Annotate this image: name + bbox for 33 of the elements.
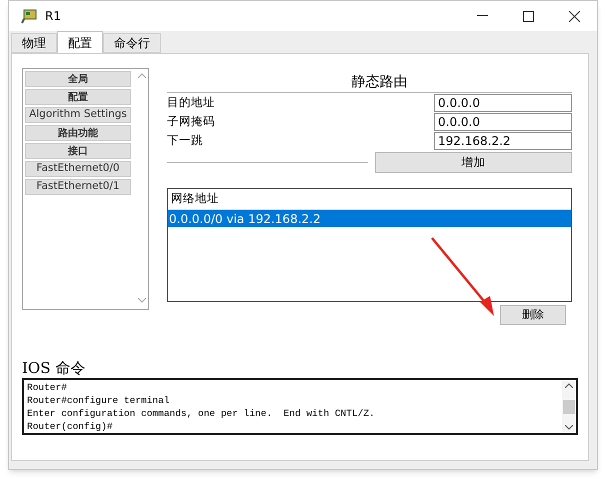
scrollbar[interactable] bbox=[562, 380, 576, 433]
console-line: Router(config)# bbox=[27, 420, 114, 433]
field-label: 子网掩码 bbox=[167, 112, 216, 130]
scroll-up-icon[interactable] bbox=[565, 383, 573, 388]
scroll-down-icon[interactable] bbox=[565, 425, 573, 430]
console-line: Router# bbox=[27, 381, 68, 394]
sidebar-item[interactable]: 接口 bbox=[25, 143, 131, 159]
ios-title: IOS 命令 bbox=[22, 359, 86, 377]
add-button[interactable]: 增加 bbox=[375, 152, 572, 173]
input-field[interactable]: 0.0.0.0 bbox=[434, 112, 572, 130]
sidebar-item[interactable]: FastEthernet0/1 bbox=[25, 179, 131, 195]
field-label: 目的地址 bbox=[167, 94, 216, 111]
maximize-icon bbox=[522, 10, 534, 22]
tab[interactable]: 配置 bbox=[57, 31, 103, 53]
sidebar-item[interactable]: 配置 bbox=[25, 89, 131, 105]
delete-button[interactable]: 删除 bbox=[500, 305, 566, 325]
sidebar-item[interactable]: 路由功能 bbox=[25, 125, 131, 141]
console-line: Router#configure terminal bbox=[27, 394, 171, 407]
sidebar-item[interactable]: Algorithm Settings bbox=[25, 107, 131, 123]
router-icon bbox=[21, 8, 39, 24]
close-icon bbox=[568, 10, 580, 22]
field-label: 下一跳 bbox=[167, 132, 204, 149]
sidebar-item[interactable]: FastEthernet0/0 bbox=[25, 161, 131, 177]
sidebar-item[interactable]: 全局 bbox=[25, 71, 131, 87]
console-line: Enter configuration commands, one per line. End with CNTL/Z. bbox=[27, 407, 376, 420]
tab[interactable]: 物理 bbox=[11, 33, 57, 53]
tab[interactable]: 命令行 bbox=[103, 33, 161, 53]
input-field[interactable]: 0.0.0.0 bbox=[434, 94, 572, 112]
route-row[interactable]: 0.0.0.0/0 via 192.168.2.2 bbox=[168, 210, 571, 227]
window-title: R1 bbox=[45, 8, 61, 25]
input-field[interactable]: 192.168.2.2 bbox=[434, 132, 572, 150]
section-title: 静态路由 bbox=[350, 73, 408, 92]
minimize-icon bbox=[476, 15, 488, 17]
